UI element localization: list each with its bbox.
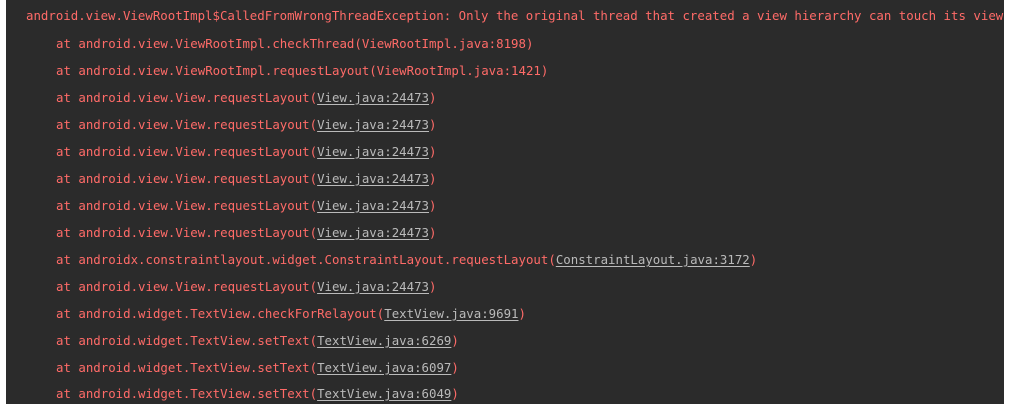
source-link[interactable]: View.java:24473 [317,117,429,132]
stack-frame: at android.view.View.requestLayout(View.… [56,89,436,107]
stack-frame: at android.view.View.requestLayout(View.… [56,278,436,296]
stack-frame: at android.widget.TextView.setText(TextV… [56,332,459,350]
stack-frame: at android.widget.TextView.setText(TextV… [56,385,459,403]
stack-frame-method: at android.view.View.requestLayout( [56,144,318,159]
source-link[interactable]: View.java:24473 [317,225,429,240]
stack-frame-method: at android.widget.TextView.checkForRelay… [56,306,385,321]
stack-frame: at android.view.ViewRootImpl.requestLayo… [56,62,548,80]
stack-frame-close: ) [451,386,459,401]
stack-frame-method: at android.view.View.requestLayout( [56,90,318,105]
stack-frame-close: ) [749,252,758,267]
stack-frame-method: at android.view.ViewRootImpl.checkThread… [56,36,362,51]
stack-frame-method: at android.view.View.requestLayout( [56,225,318,240]
stack-frame-method: at android.widget.TextView.setText( [56,386,318,401]
stack-frame-close: ) [451,360,459,375]
stack-frame-close: ) [429,171,437,186]
stack-frame-method: at androidx.constraintlayout.widget.Cons… [56,252,556,267]
source-link[interactable]: View.java:24473 [317,198,429,213]
stack-frame-close: ) [429,90,437,105]
source-link[interactable]: TextView.java:6049 [317,386,451,401]
source-link[interactable]: TextView.java:6097 [317,360,451,375]
source-link[interactable]: ConstraintLayout.java:3172 [556,252,750,267]
stack-frame-method: at android.view.View.requestLayout( [56,117,318,132]
stack-frame: at android.view.View.requestLayout(View.… [56,116,436,134]
stack-frame-method: at android.view.View.requestLayout( [56,279,318,294]
stack-frame-source: ViewRootImpl.java:1421 [376,63,541,78]
source-link[interactable]: View.java:24473 [317,279,429,294]
stack-frame-method: at android.view.View.requestLayout( [56,171,318,186]
exception-message: android.view.ViewRootImpl$CalledFromWron… [26,8,1004,23]
stack-frame: at android.view.View.requestLayout(View.… [56,224,436,242]
stack-frame: at android.view.View.requestLayout(View.… [56,170,436,188]
stack-frame-close: ) [518,306,526,321]
stack-frame-method: at android.widget.TextView.setText( [56,333,318,348]
stack-frame-close: ) [429,117,437,132]
stack-frame: at android.view.ViewRootImpl.checkThread… [56,35,533,53]
stack-frame-close: ) [429,198,437,213]
source-link[interactable]: View.java:24473 [317,171,429,186]
source-link[interactable]: TextView.java:6269 [317,333,451,348]
stack-frame-close: ) [540,63,549,78]
source-link[interactable]: View.java:24473 [317,144,429,159]
source-link[interactable]: View.java:24473 [317,90,429,105]
console-output-panel: android.view.ViewRootImpl$CalledFromWron… [6,0,1004,404]
stack-frame: at android.view.View.requestLayout(View.… [56,197,436,215]
stack-frame-method: at android.view.ViewRootImpl.requestLayo… [56,63,377,78]
stack-frame: at android.widget.TextView.checkForRelay… [56,305,526,323]
stack-frame: at androidx.constraintlayout.widget.Cons… [56,251,757,269]
source-link[interactable]: TextView.java:9691 [384,306,518,321]
stack-frame-close: ) [429,225,437,240]
stack-frame-method: at android.view.View.requestLayout( [56,198,318,213]
stack-frame-close: ) [429,144,437,159]
stack-frame-close: ) [525,36,534,51]
stack-frame-close: ) [429,279,437,294]
stack-frame-method: at android.widget.TextView.setText( [56,360,318,375]
stack-frame-source: ViewRootImpl.java:8198 [361,36,526,51]
stack-frame-close: ) [451,333,459,348]
stack-frame: at android.view.View.requestLayout(View.… [56,143,436,161]
stack-frame: at android.widget.TextView.setText(TextV… [56,359,459,377]
